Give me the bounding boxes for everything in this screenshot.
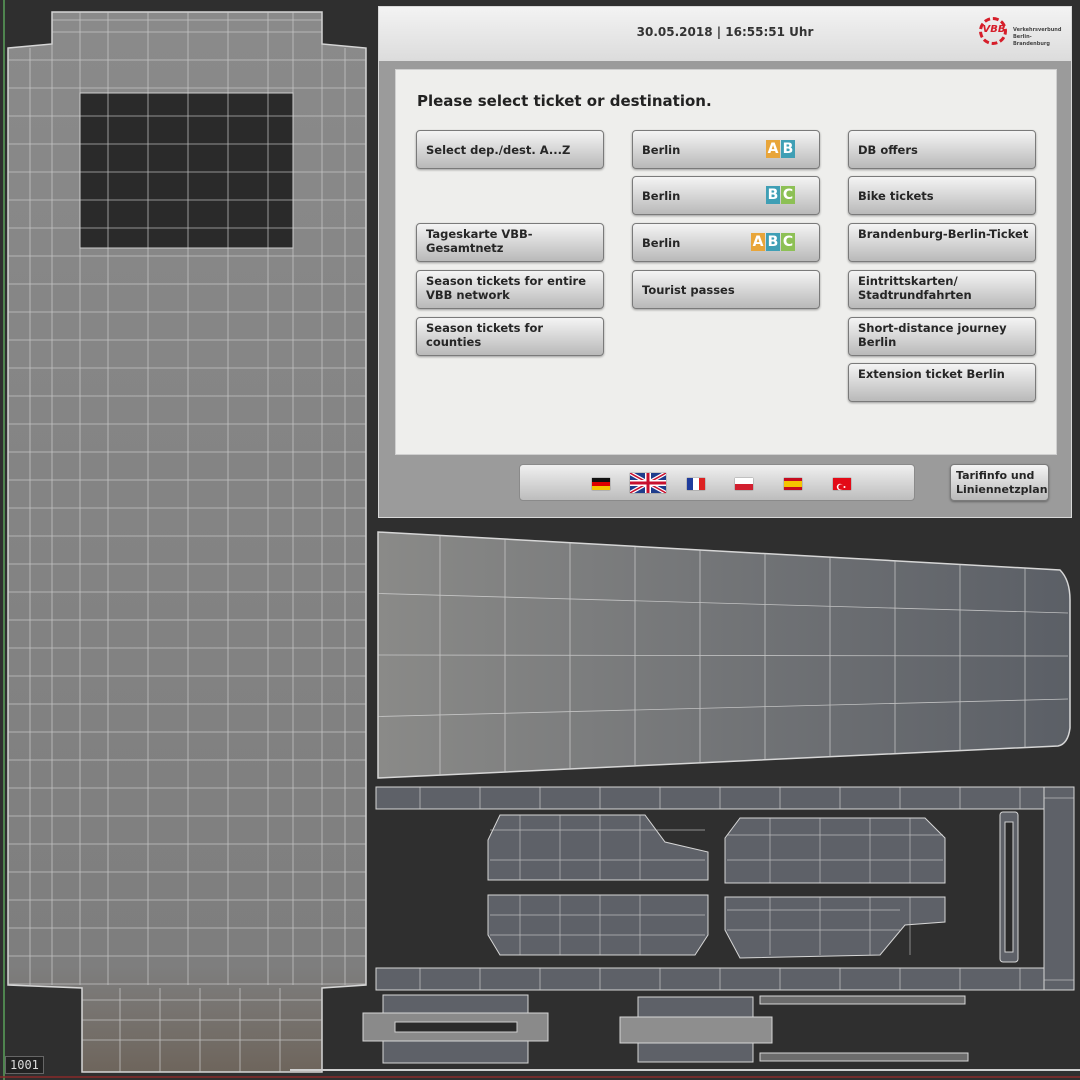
uk-flag-icon[interactable] (629, 471, 667, 495)
db-offers-button[interactable]: DB offers (848, 130, 1036, 169)
uv-body-shell (7, 11, 367, 1073)
eintrittskarten-button[interactable]: Eintrittskarten/ Stadtrundfahrten (848, 270, 1036, 309)
ticket-selection-panel: Please select ticket or destination. Sel… (395, 69, 1057, 455)
uv-tile-label: 1001 (5, 1056, 44, 1074)
datetime-display: 30.05.2018 | 16:55:51 Uhr (636, 25, 814, 39)
france-flag-icon[interactable] (687, 478, 705, 490)
season-ticket-network-button[interactable]: Season tickets for entire VBB network (416, 270, 604, 309)
poland-flag-icon[interactable] (735, 478, 753, 490)
uv-part-1 (487, 814, 709, 881)
uv-part-4 (724, 896, 946, 959)
spain-flag-icon[interactable] (784, 478, 802, 490)
uv-strip-bottom (375, 967, 1045, 991)
berlin-abc-button[interactable]: Berlin ABC (632, 223, 820, 262)
tageskarte-button[interactable]: Tageskarte VBB-Gesamtnetz (416, 223, 604, 262)
uv-strip-side (1043, 786, 1075, 991)
language-bar (519, 464, 915, 501)
season-ticket-counties-button[interactable]: Season tickets for counties (416, 317, 604, 356)
tourist-passes-button[interactable]: Tourist passes (632, 270, 820, 309)
brandenburg-berlin-ticket-button[interactable]: Brandenburg-Berlin-Ticket (848, 223, 1036, 262)
berlin-ab-button[interactable]: Berlin AB (632, 130, 820, 169)
page-title: Please select ticket or destination. (417, 92, 712, 110)
ticket-machine-screen: 30.05.2018 | 16:55:51 Uhr VBB Verkehrsve… (378, 6, 1072, 518)
uv-strip-top (375, 786, 1045, 810)
uv-part-3 (487, 894, 709, 956)
vbb-logo: VBB Verkehrsverbund Berlin-Brandenburg (977, 15, 1061, 55)
screen-header: 30.05.2018 | 16:55:51 Uhr VBB Verkehrsve… (379, 7, 1071, 61)
tarifinfo-button[interactable]: Tarifinfo und Liniennetzplan (950, 464, 1049, 501)
uv-part-2 (724, 817, 946, 884)
bike-tickets-button[interactable]: Bike tickets (848, 176, 1036, 215)
select-destination-button[interactable]: Select dep./dest. A...Z (416, 130, 604, 169)
german-flag-icon[interactable] (592, 478, 610, 490)
turkey-flag-icon[interactable] (833, 478, 851, 491)
short-distance-button[interactable]: Short-distance journey Berlin (848, 317, 1036, 356)
berlin-bc-button[interactable]: Berlin BC (632, 176, 820, 215)
extension-ticket-button[interactable]: Extension ticket Berlin (848, 363, 1036, 402)
